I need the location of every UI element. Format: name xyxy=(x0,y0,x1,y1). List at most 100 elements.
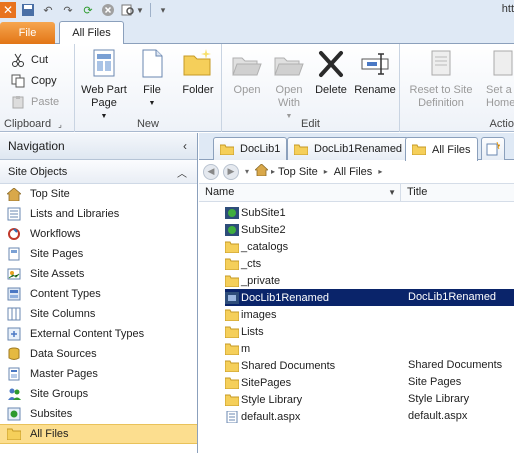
folder-icon xyxy=(294,144,308,155)
file-name-cell[interactable]: Style Library xyxy=(224,391,302,408)
tab-doclib1renamed[interactable]: DocLib1Renamed xyxy=(287,137,410,160)
column-title[interactable]: Title xyxy=(401,184,514,201)
column-filter-icon[interactable]: ▼ xyxy=(388,184,396,201)
sidebar-item-site-pages[interactable]: Site Pages xyxy=(0,244,197,264)
page-icon xyxy=(6,246,22,262)
cut-button[interactable]: Cut xyxy=(10,50,48,70)
save-icon[interactable] xyxy=(20,2,36,18)
file-row[interactable]: Shared Documents Shared Documents xyxy=(199,357,514,374)
breadcrumb-separator-icon[interactable]: ▸ xyxy=(271,167,275,176)
file-row[interactable]: Lists xyxy=(199,323,514,340)
sidebar-item-label: Workflows xyxy=(30,228,81,240)
breadcrumb-top-site[interactable]: Top Site xyxy=(278,166,318,178)
file-title: Style Library xyxy=(408,393,470,405)
redo-icon[interactable]: ↷ xyxy=(60,2,76,18)
sidebar-item-top-site[interactable]: Top Site xyxy=(0,184,197,204)
new-group: Web Part Page ▼ File ▼ Folder New xyxy=(75,44,222,132)
file-row[interactable]: SitePages Site Pages xyxy=(199,374,514,391)
file-row[interactable]: default.aspx default.aspx xyxy=(199,408,514,425)
file-name-cell[interactable]: _catalogs xyxy=(224,238,288,255)
undo-icon[interactable]: ↶ xyxy=(40,2,56,18)
sidebar-item-site-assets[interactable]: Site Assets xyxy=(0,264,197,284)
sidebar-item-workflows[interactable]: Workflows xyxy=(0,224,197,244)
set-as-home-page-button[interactable]: Set a Home P xyxy=(486,48,514,110)
breadcrumb-separator-icon[interactable]: ▸ xyxy=(378,167,382,176)
content-types-icon xyxy=(6,286,22,302)
stop-icon[interactable] xyxy=(100,2,116,18)
collapse-pane-icon[interactable]: ‹ xyxy=(183,139,187,153)
file-row[interactable]: DocLib1Renamed DocLib1Renamed xyxy=(199,289,514,306)
file-name-cell[interactable]: SitePages xyxy=(224,374,291,391)
tab-doclib1[interactable]: DocLib1 xyxy=(213,137,288,160)
sidebar-item-label: External Content Types xyxy=(30,328,145,340)
file-name-cell[interactable]: SubSite2 xyxy=(225,221,286,238)
file-name-cell[interactable]: Shared Documents xyxy=(224,357,335,374)
site-objects-list: Top Site Lists and Libraries Workflows Site… xyxy=(0,184,197,444)
site-objects-header[interactable]: Site Objects ︿ xyxy=(0,160,197,184)
folder-icon xyxy=(224,258,240,270)
dialog-launcher-icon[interactable]: ⌟ xyxy=(58,120,62,129)
refresh-icon[interactable]: ⟳ xyxy=(80,2,96,18)
file-name-cell[interactable]: Lists xyxy=(224,323,264,340)
workflow-icon xyxy=(6,226,22,242)
breadcrumb-all-files[interactable]: All Files xyxy=(334,166,373,178)
new-file-button[interactable]: File ▼ xyxy=(127,48,177,110)
file-name-cell[interactable]: _private xyxy=(224,272,280,289)
site-icon xyxy=(225,206,239,219)
paste-icon xyxy=(10,94,26,110)
sidebar-item-subsites[interactable]: Subsites xyxy=(0,404,197,424)
paste-button[interactable]: Paste xyxy=(10,92,59,112)
dropdown-arrow-icon[interactable]: ▾ xyxy=(245,167,249,176)
tab-all-files-doc[interactable]: All Files xyxy=(405,137,478,161)
breadcrumb-separator-icon[interactable]: ▸ xyxy=(324,167,328,176)
delete-button[interactable]: Delete xyxy=(306,48,356,97)
app-logo-icon[interactable]: ✕ xyxy=(0,2,16,18)
file-name-cell[interactable]: images xyxy=(224,306,276,323)
sidebar-item-lists-and-libraries[interactable]: Lists and Libraries xyxy=(0,204,197,224)
open-with-icon xyxy=(273,48,305,80)
sidebar-item-content-types[interactable]: Content Types xyxy=(0,284,197,304)
file-row[interactable]: Style Library Style Library xyxy=(199,391,514,408)
file-name-cell[interactable]: default.aspx xyxy=(225,408,300,425)
customize-icon[interactable]: ▾ xyxy=(155,2,171,18)
file-row[interactable]: _cts xyxy=(199,255,514,272)
dropdown-arrow-icon[interactable]: ▼ xyxy=(136,2,144,18)
file-row[interactable]: m xyxy=(199,340,514,357)
document-tabs: DocLib1 DocLib1Renamed All Files xyxy=(199,133,514,161)
file-row[interactable]: SubSite2 xyxy=(199,221,514,238)
file-name-cell[interactable]: m xyxy=(224,340,251,357)
file-name-cell[interactable]: DocLib1Renamed xyxy=(225,289,332,306)
file-row[interactable]: _private xyxy=(199,272,514,289)
chevron-up-icon[interactable]: ︿ xyxy=(177,165,187,180)
file-name: m xyxy=(241,342,251,355)
file-row[interactable]: images xyxy=(199,306,514,323)
folder-icon xyxy=(224,275,240,287)
file-row[interactable]: SubSite1 xyxy=(199,204,514,221)
new-folder-button[interactable]: Folder xyxy=(173,48,223,97)
sidebar-item-all-files[interactable]: All Files xyxy=(0,424,197,444)
sidebar-item-site-columns[interactable]: Site Columns xyxy=(0,304,197,324)
file-title: Shared Documents xyxy=(408,359,503,371)
new-tab-button[interactable] xyxy=(481,137,505,160)
file-row[interactable]: _catalogs xyxy=(199,238,514,255)
sidebar-item-master-pages[interactable]: Master Pages xyxy=(0,364,197,384)
sidebar-item-site-groups[interactable]: Site Groups xyxy=(0,384,197,404)
reset-to-site-definition-button[interactable]: Reset to Site Definition xyxy=(406,48,476,110)
preview-icon[interactable] xyxy=(120,2,136,18)
column-name[interactable]: Name ▼ xyxy=(199,184,401,201)
forward-arrow-icon[interactable]: ▶ xyxy=(223,163,239,180)
tab-file[interactable]: File xyxy=(0,22,55,44)
file-name-cell[interactable]: _cts xyxy=(224,255,261,272)
tab-all-files[interactable]: All Files xyxy=(59,21,124,45)
list-icon xyxy=(6,206,22,222)
site-icon xyxy=(225,223,239,236)
web-part-page-button[interactable]: Web Part Page ▼ xyxy=(79,48,129,123)
actions-group: Reset to Site Definition Set a Home P Ac… xyxy=(400,44,514,132)
copy-button[interactable]: Copy xyxy=(10,71,57,91)
rename-button[interactable]: Rename xyxy=(350,48,400,97)
file-name-cell[interactable]: SubSite1 xyxy=(225,204,286,221)
sidebar-item-external-content-types[interactable]: External Content Types xyxy=(0,324,197,344)
back-arrow-icon[interactable]: ◀ xyxy=(203,163,219,180)
sidebar-item-data-sources[interactable]: Data Sources xyxy=(0,344,197,364)
sidebar-item-label: Subsites xyxy=(30,408,73,420)
